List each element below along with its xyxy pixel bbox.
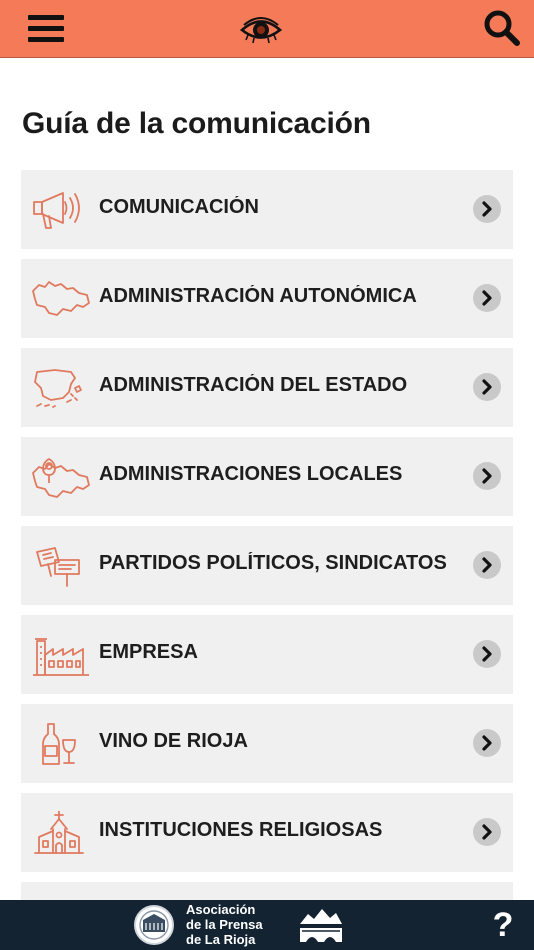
spain-map-icon (34, 369, 82, 408)
chevron-right-icon[interactable] (473, 373, 501, 401)
category-label: COMUNICACIÓN (99, 196, 259, 218)
chevron-right-icon[interactable] (473, 195, 501, 223)
category-item-comunicacion[interactable]: COMUNICACIÓN (21, 170, 513, 249)
help-button[interactable]: ? (490, 906, 516, 944)
hamburger-menu-icon[interactable] (28, 15, 64, 45)
category-item-vino-de-rioja[interactable]: VINO DE RIOJA (21, 704, 513, 783)
chevron-right-icon[interactable] (473, 462, 501, 490)
wine-bottle-glass-icon (42, 723, 76, 765)
category-list: COMUNICACIÓN ADMINISTRACIÓN AUTONÓMICA A… (21, 170, 513, 950)
category-item-administracion-del-estado[interactable]: ADMINISTRACIÓN DEL ESTADO (21, 348, 513, 427)
chevron-right-icon[interactable] (473, 729, 501, 757)
category-item-administraciones-locales[interactable]: ADMINISTRACIONES LOCALES (21, 437, 513, 516)
chevron-right-icon[interactable] (473, 284, 501, 312)
protest-signs-icon (36, 547, 80, 587)
eye-icon (240, 17, 282, 44)
church-icon (34, 811, 84, 854)
factory-icon (33, 638, 89, 676)
category-label: EMPRESA (99, 641, 198, 663)
rioja-bridge-logo-icon (300, 909, 342, 942)
category-item-empresa[interactable]: EMPRESA (21, 615, 513, 694)
search-icon[interactable] (482, 8, 522, 48)
category-label: ADMINISTRACIONES LOCALES (99, 463, 403, 485)
category-label: INSTITUCIONES RELIGIOSAS (99, 819, 383, 841)
la-rioja-map-icon (32, 281, 90, 316)
category-label: ADMINISTRACIÓN AUTONÓMICA (99, 285, 417, 307)
page-title: Guía de la comunicación (22, 107, 371, 140)
category-item-administracion-autonomica[interactable]: ADMINISTRACIÓN AUTONÓMICA (21, 259, 513, 338)
map-pin-icon (32, 458, 90, 498)
category-item-partidos-politicos[interactable]: PARTIDOS POLÍTICOS, SINDICATOS (21, 526, 513, 605)
category-label: ADMINISTRACIÓN DEL ESTADO (99, 374, 408, 396)
bottom-bar: Asociación de la Prensa de La Rioja ? (0, 900, 534, 950)
association-name: Asociación de la Prensa de La Rioja (186, 902, 263, 947)
category-item-instituciones-religiosas[interactable]: INSTITUCIONES RELIGIOSAS (21, 793, 513, 872)
category-label: VINO DE RIOJA (99, 730, 248, 752)
chevron-right-icon[interactable] (473, 551, 501, 579)
megaphone-icon (33, 192, 80, 229)
chevron-right-icon[interactable] (473, 818, 501, 846)
category-label: PARTIDOS POLÍTICOS, SINDICATOS (99, 552, 447, 574)
association-seal-icon (134, 905, 174, 945)
chevron-right-icon[interactable] (473, 640, 501, 668)
top-bar (0, 0, 534, 58)
